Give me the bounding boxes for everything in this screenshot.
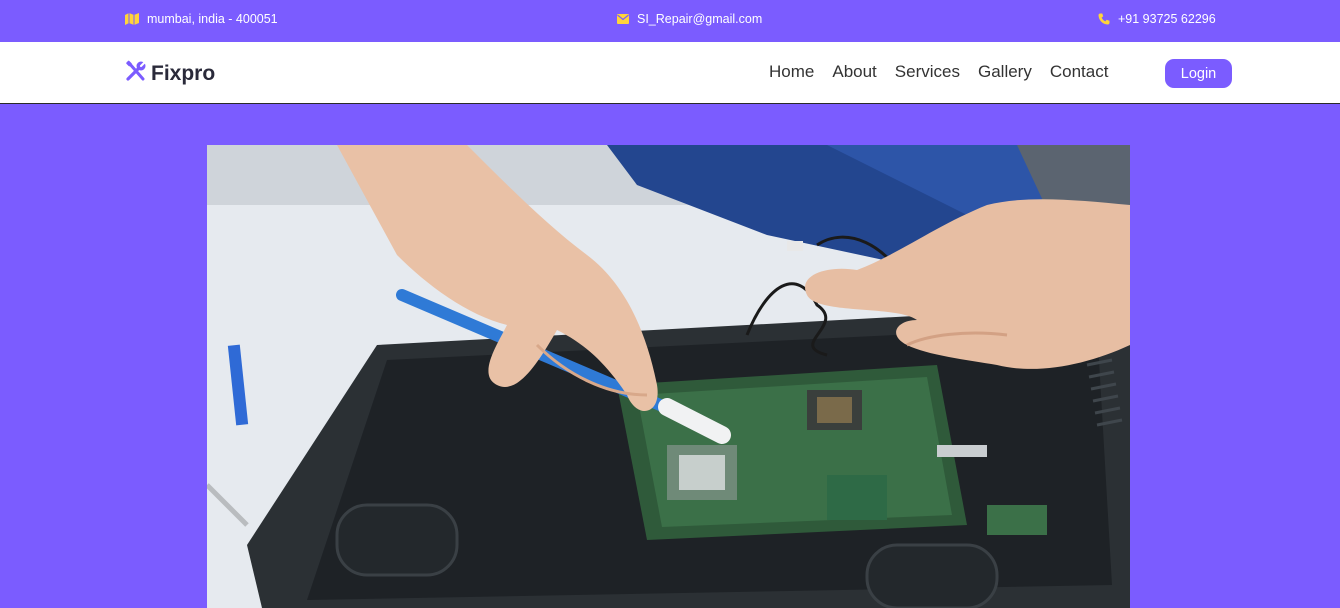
phone-icon [1098,13,1110,25]
brand-name: Fixpro [151,61,216,85]
nav-services-link[interactable]: Services [895,62,960,82]
main-navbar: Fixpro Home About Services Gallery Conta… [0,42,1340,104]
nav-home-link[interactable]: Home [769,62,814,82]
hero-section [0,104,1340,608]
nav-contact-link[interactable]: Contact [1050,62,1109,82]
phone-info: +91 93725 62296 [1098,12,1216,26]
address-text: mumbai, india - 400051 [147,12,278,26]
phone-text[interactable]: +91 93725 62296 [1118,12,1216,26]
top-info-bar: mumbai, india - 400051 SI_Repair@gmail.c… [0,0,1340,42]
tools-icon [125,60,147,87]
nav-menu: Home About Services Gallery Contact [769,62,1108,82]
nav-gallery-link[interactable]: Gallery [978,62,1032,82]
laptop-repair-photo [207,145,1130,608]
envelope-icon [617,14,629,24]
login-button[interactable]: Login [1165,59,1232,88]
email-text[interactable]: SI_Repair@gmail.com [637,12,762,26]
nav-about-link[interactable]: About [832,62,876,82]
brand-logo[interactable]: Fixpro [125,60,215,87]
map-icon [125,13,139,25]
address-info: mumbai, india - 400051 [125,12,278,26]
email-info: SI_Repair@gmail.com [617,12,762,26]
